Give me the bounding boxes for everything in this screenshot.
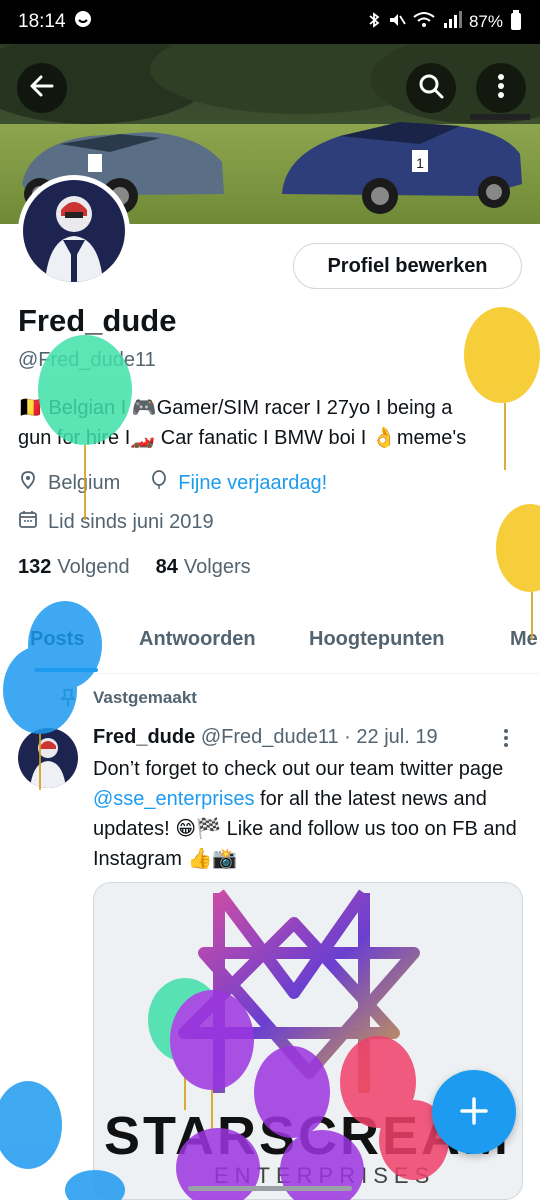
tweet-text-part-1: Don’t forget to check out our team twitt…	[93, 758, 504, 780]
tab-media[interactable]: Me	[510, 628, 538, 651]
profile-tabs: Posts Antwoorden Hoogtepunten Me	[0, 612, 540, 674]
followers-link[interactable]: 84 Volgers	[156, 556, 251, 579]
profile-joined-row: Lid sinds juni 2019	[18, 509, 214, 535]
tab-highlights[interactable]: Hoogtepunten	[309, 628, 445, 651]
notification-icon	[74, 10, 92, 34]
battery-icon	[510, 9, 522, 35]
battery-level: 87%	[468, 12, 503, 31]
plus-icon	[459, 1088, 489, 1136]
edit-profile-button[interactable]: Profiel bewerken	[293, 243, 522, 289]
profile-avatar[interactable]	[18, 175, 130, 287]
following-link[interactable]: 132 Volgend	[18, 556, 130, 579]
bio-line-1: 🇧🇪 Belgian I 🎮Gamer/SIM racer I 27yo I b…	[18, 397, 453, 419]
tweet-author[interactable]: Fred_dude	[93, 726, 195, 748]
followers-count: 84	[155, 556, 178, 578]
bluetooth-icon	[367, 11, 381, 34]
tweet-media[interactable]: STARSCREAM ENTERPRISES	[93, 882, 523, 1200]
tweet-more-button[interactable]	[503, 728, 509, 754]
calendar-icon	[18, 509, 38, 535]
follow-stats: 132 Volgend 84 Volgers	[18, 556, 251, 579]
svg-text:1: 1	[416, 155, 424, 171]
location-pin-icon	[18, 470, 38, 496]
location-text: Belgium	[48, 471, 121, 494]
mute-icon	[388, 11, 406, 34]
birthday-link[interactable]: Fijne verjaardag!	[178, 472, 327, 495]
following-label: Volgend	[57, 556, 130, 578]
tab-posts[interactable]: Posts	[30, 628, 84, 651]
search-button[interactable]	[406, 63, 456, 113]
tweet-text: Don’t forget to check out our team twitt…	[93, 754, 525, 874]
user-handle: @Fred_dude11	[18, 349, 156, 371]
more-options-button[interactable]	[476, 63, 526, 113]
more-vertical-icon	[503, 729, 509, 753]
tab-replies[interactable]: Antwoorden	[139, 628, 256, 651]
arrow-left-icon	[28, 72, 56, 105]
pinned-label: Vastgemaakt	[93, 688, 197, 707]
bio-line-2: gun for hire I🏎️ Car fanatic I BMW boi I…	[18, 427, 467, 449]
home-indicator[interactable]	[188, 1186, 352, 1191]
tweet-header: Fred_dude @Fred_dude11 · 22 jul. 19	[93, 726, 438, 749]
profile-meta-row: Belgium Fijne verjaardag!	[18, 470, 327, 496]
joined-date: Lid sinds juni 2019	[48, 510, 214, 533]
tweet-avatar[interactable]	[18, 728, 78, 788]
more-vertical-icon	[497, 73, 505, 104]
tweet-avatar-image	[18, 728, 78, 788]
profile-bio: 🇧🇪 Belgian I 🎮Gamer/SIM racer I 27yo I b…	[18, 393, 528, 453]
followers-label: Volgers	[183, 556, 251, 578]
tweet-handle-date: @Fred_dude11 · 22 jul. 19	[200, 726, 438, 748]
status-bar: 18:14 87%	[0, 0, 540, 44]
avatar-image	[23, 180, 125, 282]
search-icon	[417, 72, 445, 105]
back-button[interactable]	[17, 63, 67, 113]
compose-post-button[interactable]	[432, 1070, 516, 1154]
signal-icon	[442, 10, 462, 34]
tab-active-indicator	[34, 668, 98, 672]
wifi-icon	[413, 11, 435, 34]
display-name: Fred_dude	[18, 303, 177, 338]
following-count: 132	[18, 556, 52, 578]
pin-icon	[58, 688, 78, 713]
tweet-mention-link[interactable]: @sse_enterprises	[93, 788, 254, 810]
balloon-icon	[150, 470, 168, 496]
status-time: 18:14	[18, 11, 66, 32]
